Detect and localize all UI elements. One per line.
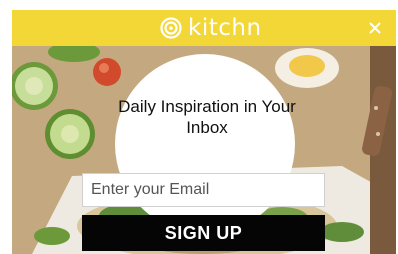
popup-header: kitchn [12,10,396,46]
brand-logo: kitchn [160,15,262,41]
email-field[interactable] [82,173,325,207]
headline: Daily Inspiration in Your Inbox [118,97,296,137]
sign-up-button[interactable]: SIGN UP [82,215,325,251]
kitchn-spiral-icon [160,17,182,39]
close-icon[interactable] [366,19,384,37]
message-circle [115,54,295,234]
newsletter-popup: kitchn Daily Inspiration in Your Inbox E… [12,10,396,254]
brand-name: kitchn [188,15,262,41]
